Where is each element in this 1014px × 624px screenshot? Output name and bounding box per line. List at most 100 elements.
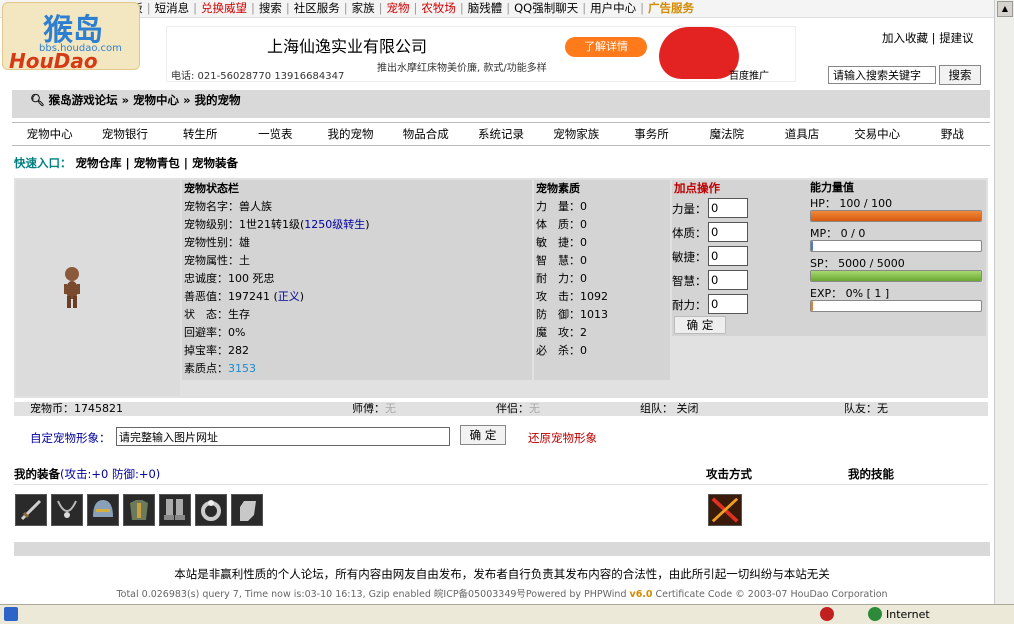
footer-disclaimer: 本站是非赢利性质的个人论坛，所有内容由网友自由发布，发布者自行负责其发布内容的合… (174, 567, 830, 581)
footer-stats: Total 0.026983(s) query 7, Time now is:0… (116, 589, 630, 600)
main-nav-item[interactable]: 宠物家族 (539, 123, 614, 145)
top-nav-item[interactable]: 兑换威望 (197, 0, 251, 16)
search-input[interactable] (828, 66, 936, 84)
top-nav-item[interactable]: QQ强制聊天 (510, 0, 582, 16)
ad-detail-button[interactable]: 了解详情 (565, 37, 647, 57)
add-point-input[interactable]: 0 (708, 198, 748, 218)
helmet-icon[interactable] (87, 494, 119, 526)
armor-icon[interactable] (123, 494, 155, 526)
main-nav: 宠物中心 宠物银行 转生所 一览表 我的宠物 物品合成 系统记录 宠物家族 事务所 魔法院 道具店交… (12, 122, 990, 146)
custom-image-confirm-button[interactable]: 确 定 (460, 425, 506, 445)
main-nav-item[interactable]: 系统记录 (463, 123, 538, 145)
ring-icon[interactable] (195, 494, 227, 526)
pet-status-row: 素质点：3153 (184, 360, 532, 378)
browser-status-bar: Internet (0, 604, 1014, 624)
main-nav-item[interactable]: 宠物银行 (87, 123, 162, 145)
gauntlet-icon[interactable] (231, 494, 263, 526)
add-point-input[interactable]: 0 (708, 246, 748, 266)
pet-status-panel: 宠物状态栏 宠物名字：兽人族 宠物级别：1世21转1级(1250级转生) 宠物性别：… (182, 180, 532, 380)
main-nav-item[interactable]: 道具店 (764, 123, 839, 145)
status-tail: ) (365, 218, 370, 231)
main-nav-item[interactable]: 事务所 (614, 123, 689, 145)
top-nav-item[interactable]: 家族 (348, 0, 379, 16)
add-point-label: 耐力： (672, 298, 707, 312)
add-point-row: 智慧： 0 (672, 270, 748, 292)
master-label: 师傅： (352, 402, 385, 415)
main-nav-item[interactable]: 转生所 (162, 123, 237, 145)
add-favorite-link[interactable]: 加入收藏 (882, 31, 928, 45)
pet-stat-row: 攻 击：1092 (536, 290, 608, 303)
main-nav-item[interactable]: 魔法院 (689, 123, 764, 145)
suggest-link[interactable]: 提建议 (939, 31, 974, 45)
footer-divider (14, 542, 990, 556)
custom-image-url-input[interactable] (116, 427, 450, 446)
main-nav-item[interactable]: 交易中心 (840, 123, 915, 145)
attack-method-header: 攻击方式 (706, 467, 752, 481)
top-nav-item[interactable]: 社区服务 (290, 0, 344, 16)
necklace-icon[interactable] (51, 494, 83, 526)
add-point-input[interactable]: 0 (708, 294, 748, 314)
ad-baidu-label: 百度推广 (729, 71, 769, 82)
add-point-input[interactable]: 0 (708, 222, 748, 242)
main-nav-item[interactable]: 一览表 (238, 123, 313, 145)
status-key: 宠物名字： (184, 200, 239, 213)
sp-bar (810, 270, 982, 282)
footer-copyright: Certificate Code © 2003-07 HouDao Corpor… (652, 589, 888, 600)
quick-pet-bag[interactable]: 宠物青包 (134, 156, 180, 170)
main-nav-item[interactable]: 宠物中心 (12, 123, 87, 145)
pet-status-row: 宠物名字：兽人族 (184, 198, 532, 216)
status-value: 1世21转1级( (239, 218, 305, 231)
status-link[interactable]: 正义 (278, 290, 300, 303)
breadcrumb-text[interactable]: 猴岛游戏论坛 » 宠物中心 » 我的宠物 (49, 93, 241, 107)
status-key: 宠物属性： (184, 254, 239, 267)
team-status: 组队： 关闭 (640, 402, 699, 415)
attack-method-icon[interactable] (708, 494, 742, 526)
search-icon: 🔍︎ (30, 93, 45, 107)
boots-icon[interactable] (159, 494, 191, 526)
mate-label: 伴侣： (496, 402, 529, 415)
search-button[interactable]: 搜索 (939, 65, 981, 85)
sword-icon[interactable] (15, 494, 47, 526)
pet-status-title: 宠物状态栏 (184, 182, 239, 195)
top-nav-item[interactable]: 宠物 (383, 0, 414, 16)
top-nav-item[interactable]: 用户中心 (586, 0, 640, 16)
top-nav-item[interactable]: 农牧场 (417, 0, 460, 16)
pet-stat-row: 敏 捷：0 (536, 236, 587, 249)
main-nav-item[interactable]: 野战 (915, 123, 990, 145)
mate-info: 伴侣：无 (496, 402, 540, 416)
status-key: 素质点： (184, 362, 228, 375)
status-value: 雄 (239, 236, 250, 249)
top-nav-item[interactable]: 搜索 (255, 0, 286, 16)
quick-pet-equip[interactable]: 宠物装备 (192, 156, 238, 170)
security-zone: Internet (886, 608, 930, 621)
master-info: 师傅：无 (352, 402, 396, 416)
scroll-up-arrow-icon[interactable]: ▲ (997, 1, 1013, 17)
top-nav-item[interactable]: 短消息 (151, 0, 194, 16)
pet-status-row: 忠诚度：100 死忠 (184, 270, 532, 288)
mp-label: MP： 0 / 0 (810, 227, 866, 240)
status-key: 忠诚度： (184, 272, 228, 285)
main-nav-item[interactable]: 物品合成 (388, 123, 463, 145)
status-key: 掉宝率： (184, 344, 228, 357)
pet-stat-row: 智 慧：0 (536, 254, 587, 267)
status-value: 197241 ( (228, 290, 278, 303)
main-nav-item[interactable]: 我的宠物 (313, 123, 388, 145)
site-logo[interactable]: 猴岛 bbs.houdao.com HouDao (2, 2, 140, 70)
top-nav-item[interactable]: 脑残體 (464, 0, 507, 16)
blocked-popup-icon[interactable] (820, 607, 834, 621)
ability-panel: 能力量值 HP： 100 / 100 MP： 0 / 0 SP： 5000 / … (808, 180, 986, 336)
page: 首页导航|退出|控制面板|短消息|兑换威望|搜索|社区服务|家族|宠物|农牧场|… (0, 0, 994, 604)
ad-banner[interactable]: 上海仙逸实业有限公司 了解详情 电话: 021-56028770 1391668… (166, 26, 796, 82)
quick-pet-storage[interactable]: 宠物仓库 (76, 156, 122, 170)
status-link[interactable]: 1250级转生 (304, 218, 365, 231)
exp-bar (810, 300, 982, 312)
top-nav-item[interactable]: 广告服务 (644, 0, 698, 16)
status-link[interactable]: 3153 (228, 362, 256, 375)
status-key: 宠物级别： (184, 218, 239, 231)
restore-image-link[interactable]: 还原宠物形象 (528, 430, 597, 446)
pet-status-row: 宠物性别：雄 (184, 234, 532, 252)
vertical-scrollbar[interactable]: ▲ (994, 0, 1014, 604)
add-points-confirm-button[interactable]: 确 定 (674, 316, 726, 334)
add-point-input[interactable]: 0 (708, 270, 748, 290)
status-value: 兽人族 (239, 200, 272, 213)
